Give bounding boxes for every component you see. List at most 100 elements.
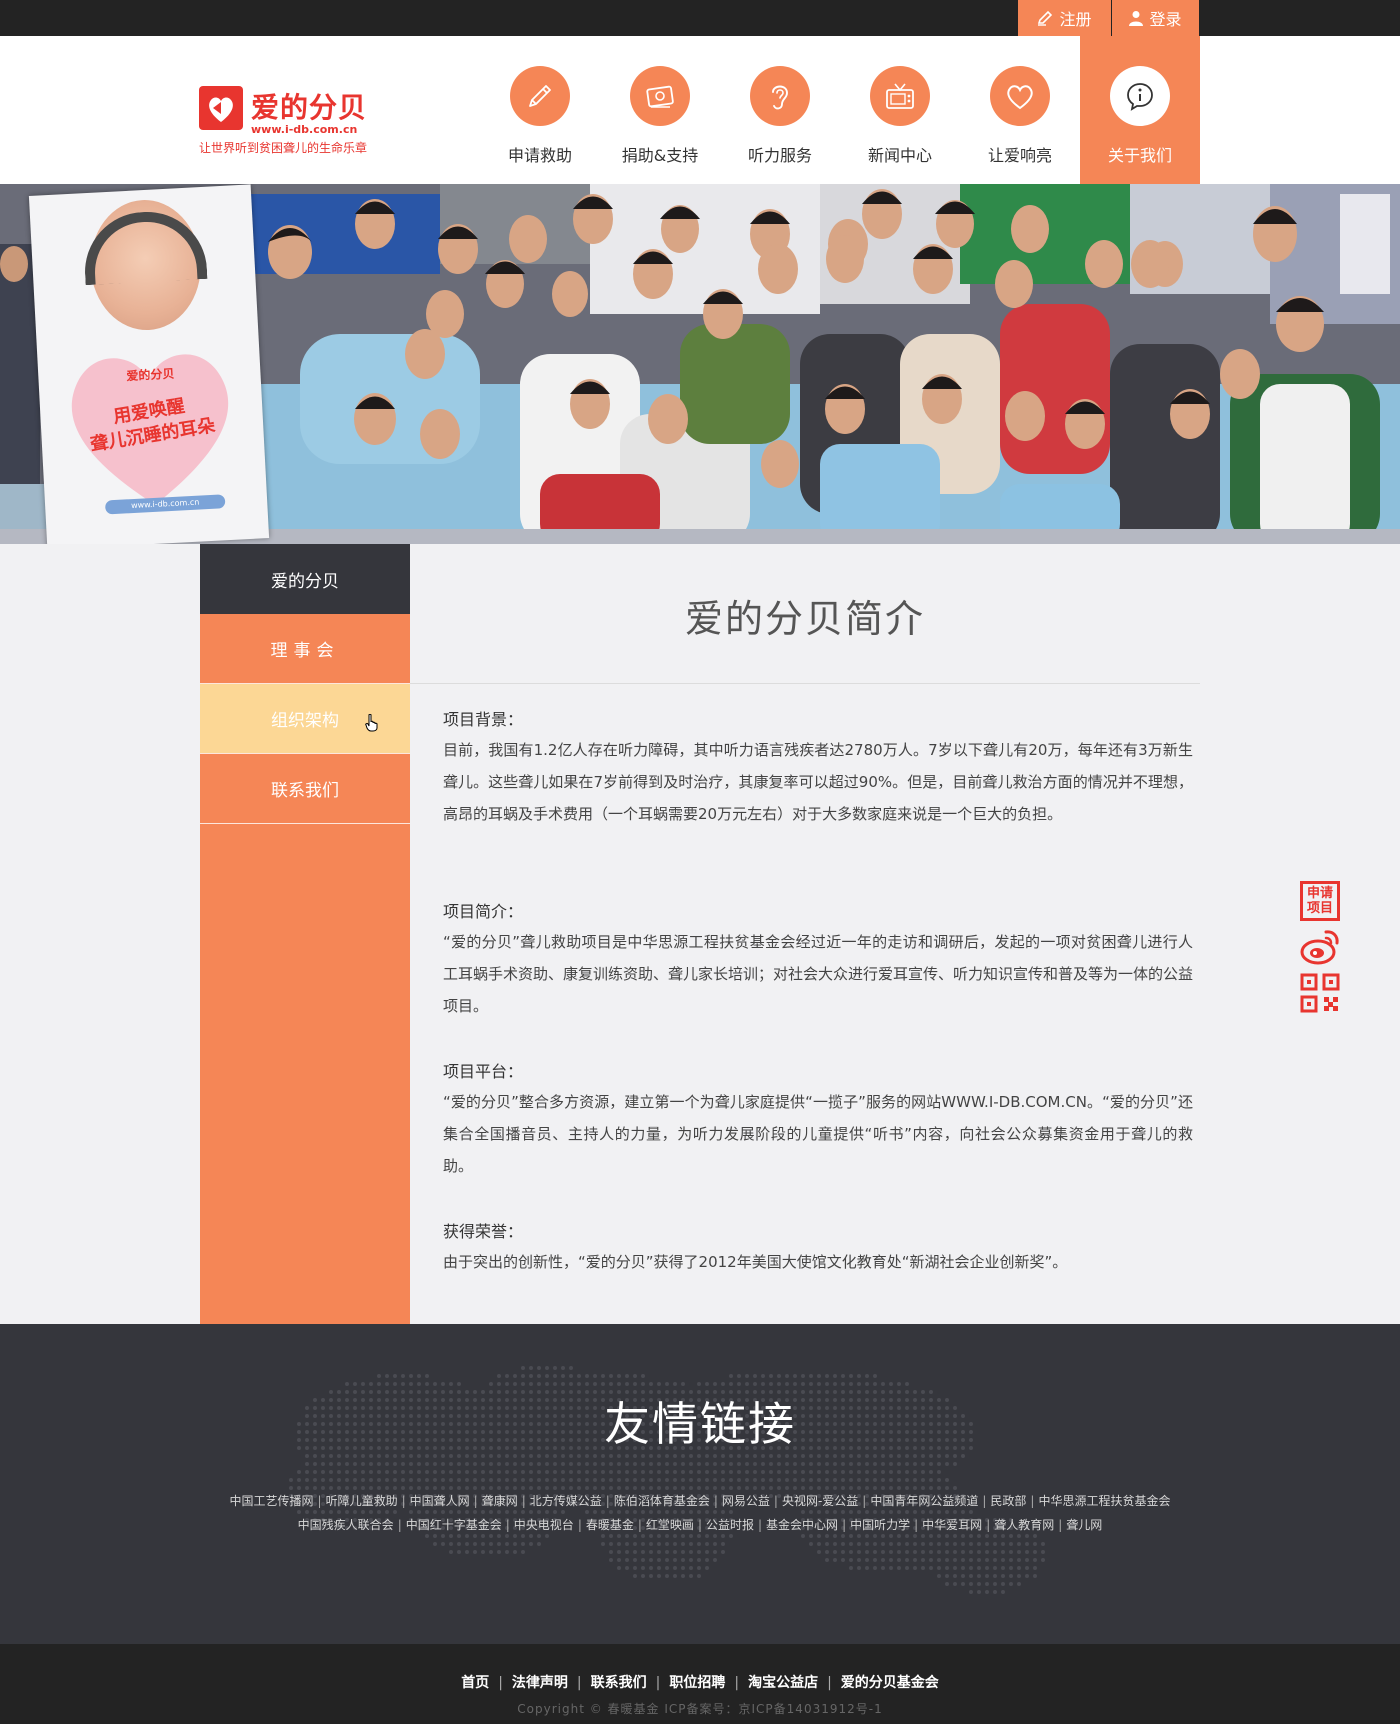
section-body: 由于突出的创新性，“爱的分贝”获得了2012年美国大使馆文化教育处“新湖社会企业… (443, 1253, 1068, 1271)
info-icon (1127, 83, 1153, 111)
footer-link[interactable]: 法律声明 (512, 1675, 568, 1691)
friend-link[interactable]: 网易公益 (722, 1494, 770, 1508)
link-separator: | (982, 1494, 987, 1508)
link-separator: | (505, 1518, 510, 1532)
friend-links-row1: 中国工艺传播网 | 听障儿童救助 | 中国聋人网 | 聋康网 | 北方传媒公益 | 陈伯滔体育基金会… (200, 1489, 1200, 1513)
friend-links-title: 友情链接 (604, 1397, 796, 1451)
section-heading: 项目背景： (443, 710, 524, 729)
link-separator: | (1058, 1518, 1063, 1532)
section-heading: 项目平台： (443, 1062, 524, 1081)
nav-label: 新闻中心 (867, 146, 932, 165)
logo[interactable]: 爱的分贝 www.i-db.com.cn 让世界听到贫困聋儿的生命乐章 (199, 86, 379, 166)
friend-link[interactable]: 听障儿童救助 (326, 1494, 398, 1508)
friend-link[interactable]: 公益时报 (706, 1518, 754, 1532)
section-body: “爱的分贝”聋儿救助项目是中华思源工程扶贫基金会经过近一年的走访和调研后，发起的… (443, 933, 1194, 1015)
login-button[interactable]: 登录 (1112, 0, 1199, 36)
footer: 首页 | 法律声明 | 联系我们 | 职位招聘 | 淘宝公益店 | 爱的分贝基金会 Copyrigh… (0, 1644, 1400, 1724)
footer-links: 首页 | 法律声明 | 联系我们 | 职位招聘 | 淘宝公益店 | 爱的分贝基金会 (0, 1672, 1400, 1692)
sidebar-header[interactable]: 爱的分贝 (200, 544, 410, 614)
friend-link[interactable]: 中华爱耳网 (922, 1518, 982, 1532)
logo-name: 爱的分贝 (251, 91, 368, 124)
weibo-icon (1300, 930, 1339, 965)
page-title: 爱的分贝简介 (684, 597, 925, 641)
friend-link[interactable]: 中国听力学 (850, 1518, 910, 1532)
nav-label: 申请救助 (507, 146, 572, 165)
friend-link[interactable]: 北方传媒公益 (530, 1494, 602, 1508)
footer-link[interactable]: 联系我们 (591, 1675, 647, 1691)
nav-circle (510, 66, 570, 126)
friend-link[interactable]: 中国工艺传播网 (230, 1494, 314, 1508)
section-heading: 获得荣誉： (443, 1222, 524, 1241)
title-divider (410, 683, 1200, 684)
friend-link[interactable]: 中华思源工程扶贫基金会 (1038, 1494, 1170, 1508)
friend-link[interactable]: 央视网-爱公益 (782, 1494, 858, 1508)
friend-links-row2: 中国残疾人联合会 | 中国红十字基金会 | 中央电视台 | 春暖基金 | 红堂映画 | 公益时报 | 基… (200, 1513, 1200, 1537)
friend-link[interactable]: 聋人教育网 (994, 1518, 1054, 1532)
link-separator: | (473, 1494, 478, 1508)
apply-project-float-button[interactable]: 申请 项目 (1300, 881, 1340, 921)
qrcode-float-button[interactable] (1300, 973, 1340, 1013)
section-honors: 获得荣誉： 由于突出的创新性，“爱的分贝”获得了2012年美国大使馆文化教育处“… (443, 1218, 1193, 1278)
top-bar: 注册 登录 (0, 0, 1400, 36)
nav-circle (750, 66, 810, 126)
poster-banner: 爱的分贝 用爱唤醒 聋儿沉睡的耳朵 www.i-db.com.cn (28, 184, 270, 544)
register-button[interactable]: 注册 (1018, 0, 1111, 36)
nav-circle (990, 66, 1050, 126)
friend-link[interactable]: 聋康网 (482, 1494, 518, 1508)
link-separator: | (401, 1494, 406, 1508)
nav-label: 听力服务 (747, 146, 812, 165)
nav-item-apply-aid[interactable]: 申请救助 (480, 36, 600, 184)
friend-link[interactable]: 春暖基金 (586, 1518, 634, 1532)
friend-link[interactable]: 基金会中心网 (766, 1518, 838, 1532)
section-body: 目前，我国有1.2亿人存在听力障碍，其中听力语言残疾者达2780万人。7岁以下聋… (443, 741, 1193, 823)
footer-link[interactable]: 淘宝公益店 (748, 1675, 818, 1691)
link-separator: | (827, 1675, 832, 1691)
link-separator: | (914, 1518, 919, 1532)
copyright: Copyright © 春暖基金 ICP备案号：京ICP备14031912号-1 (517, 1702, 883, 1716)
friend-link[interactable]: 中国青年网公益频道 (870, 1494, 978, 1508)
nav-circle (630, 66, 690, 126)
link-separator: | (697, 1518, 702, 1532)
footer-link[interactable]: 爱的分贝基金会 (841, 1675, 939, 1691)
logo-tagline: 让世界听到贫困聋儿的生命乐章 (199, 141, 368, 155)
heart-icon (1007, 85, 1033, 110)
link-separator: | (498, 1675, 503, 1691)
friend-link[interactable]: 中央电视台 (514, 1518, 574, 1532)
banner-photo: 爱的分贝 用爱唤醒 聋儿沉睡的耳朵 www.i-db.com.cn (0, 184, 1400, 544)
pencil-icon (529, 85, 551, 107)
footer-link[interactable]: 职位招聘 (669, 1675, 725, 1691)
sidebar-item-council[interactable]: 理事会 (200, 614, 410, 684)
friend-link[interactable]: 中国红十字基金会 (406, 1518, 502, 1532)
footer-link[interactable]: 首页 (461, 1675, 489, 1691)
link-separator: | (773, 1494, 778, 1508)
link-separator: | (637, 1518, 642, 1532)
friend-link[interactable]: 民政部 (990, 1494, 1026, 1508)
nav-circle (1110, 66, 1170, 126)
sidebar-item-contact[interactable]: 联系我们 (200, 754, 410, 824)
link-separator: | (397, 1518, 402, 1532)
nav-item-hearing-service[interactable]: 听力服务 (720, 36, 840, 184)
nav-item-donate[interactable]: 捐助&支持 (600, 36, 720, 184)
sidebar: 爱的分贝 理事会 组织架构 联系我们 (200, 544, 410, 1324)
friend-link[interactable]: 中国残疾人联合会 (298, 1518, 394, 1532)
login-label: 登录 (1149, 10, 1182, 29)
friend-link[interactable]: 聋儿网 (1066, 1518, 1102, 1532)
sidebar-item-org-structure[interactable]: 组织架构 (200, 684, 410, 754)
link-separator: | (605, 1494, 610, 1508)
user-icon (1129, 11, 1144, 26)
nav-item-news[interactable]: 新闻中心 (840, 36, 960, 184)
friend-link[interactable]: 红堂映画 (646, 1518, 694, 1532)
ear-icon (772, 85, 788, 110)
friend-link[interactable]: 中国聋人网 (410, 1494, 470, 1508)
headphone-graphic (81, 208, 208, 286)
link-separator: | (734, 1675, 740, 1691)
register-label: 注册 (1059, 10, 1092, 29)
link-separator: | (317, 1494, 322, 1508)
link-separator: | (842, 1518, 847, 1532)
pencil-icon (1038, 10, 1053, 26)
weibo-float-button[interactable] (1300, 926, 1340, 968)
friend-link[interactable]: 陈伯滔体育基金会 (614, 1494, 710, 1508)
nav-item-love-loud[interactable]: 让爱响亮 (960, 36, 1080, 184)
nav-item-about-us[interactable]: 关于我们 (1080, 36, 1200, 184)
link-separator: | (577, 1518, 582, 1532)
